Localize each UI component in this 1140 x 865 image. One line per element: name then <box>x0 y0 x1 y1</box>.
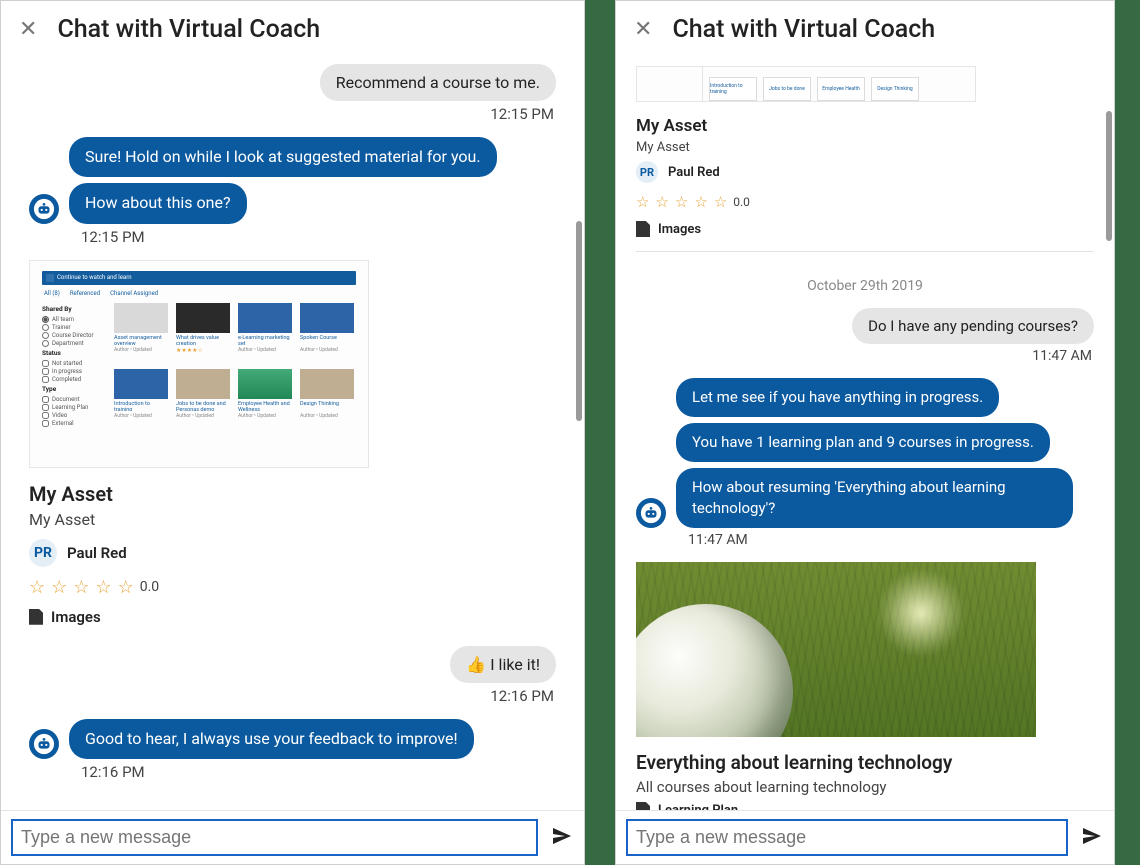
message-time: 12:15 PM <box>81 228 556 246</box>
message-time: 11:47 AM <box>688 532 1094 548</box>
bot-avatar-icon <box>29 729 59 759</box>
chat-title: Chat with Virtual Coach <box>57 15 320 44</box>
bot-message: Let me see if you have anything in progr… <box>676 378 999 417</box>
card-subtitle: My Asset <box>29 510 556 529</box>
chat-header: ✕ Chat with Virtual Coach <box>616 1 1114 58</box>
bot-message: How about this one? <box>69 183 247 223</box>
author-name: Paul Red <box>67 544 127 562</box>
author-avatar: PR <box>29 539 57 567</box>
star-icon: ☆ <box>118 577 134 598</box>
star-icon: ☆ <box>73 577 89 598</box>
messages-scroll[interactable]: Introduction to training Jobs to be done… <box>616 58 1114 810</box>
message-input[interactable] <box>626 819 1068 856</box>
rating-stars: ☆ ☆ ☆ ☆ ☆ 0.0 <box>29 577 556 598</box>
card-subtitle: All courses about learning technology <box>636 778 1094 796</box>
file-icon <box>636 221 650 237</box>
star-icon: ☆ <box>636 193 649 211</box>
message-time: 12:16 PM <box>29 687 554 705</box>
star-icon: ☆ <box>95 577 111 598</box>
asset-type: Images <box>658 222 701 237</box>
close-icon[interactable]: ✕ <box>634 19 652 41</box>
composer <box>616 810 1114 864</box>
rating-value: 0.0 <box>733 195 750 209</box>
recommendation-card[interactable]: Continue to watch and learn All (8)Refer… <box>29 260 556 626</box>
author-name: Paul Red <box>668 165 720 180</box>
card-thumbnail: Introduction to training Jobs to be done… <box>636 66 976 102</box>
card-thumbnail: Continue to watch and learn All (8)Refer… <box>29 260 369 468</box>
file-icon <box>636 802 650 810</box>
card-subtitle: My Asset <box>636 140 1094 155</box>
recommendation-card[interactable]: Everything about learning technology All… <box>636 562 1094 810</box>
recommendation-card[interactable]: Introduction to training Jobs to be done… <box>636 64 1094 237</box>
file-icon <box>29 609 43 625</box>
user-message: Do I have any pending courses? <box>852 308 1094 344</box>
bot-message: Good to hear, I always use your feedback… <box>69 719 474 759</box>
send-icon[interactable] <box>550 824 574 852</box>
rating-stars: ☆ ☆ ☆ ☆ ☆ 0.0 <box>636 193 1094 211</box>
chat-panel-left: ✕ Chat with Virtual Coach Recommend a co… <box>0 0 585 865</box>
bot-message: You have 1 learning plan and 9 courses i… <box>676 423 1050 462</box>
card-title: My Asset <box>29 482 556 506</box>
bot-message: How about resuming 'Everything about lea… <box>676 468 1073 528</box>
date-divider: October 29th 2019 <box>636 278 1094 294</box>
star-icon: ☆ <box>655 193 668 211</box>
message-time: 12:16 PM <box>81 763 556 781</box>
card-title: Everything about learning technology <box>636 751 1094 774</box>
user-message: 👍 I like it! <box>450 646 556 683</box>
send-icon[interactable] <box>1080 824 1104 852</box>
bot-message: Sure! Hold on while I look at suggested … <box>69 137 497 177</box>
star-icon: ☆ <box>675 193 688 211</box>
close-icon[interactable]: ✕ <box>19 19 37 41</box>
asset-type: Images <box>51 608 101 626</box>
asset-type: Learning Plan <box>658 803 738 811</box>
bot-avatar-icon <box>636 498 666 528</box>
star-icon: ☆ <box>51 577 67 598</box>
chat-panel-right: ✕ Chat with Virtual Coach Introduction t… <box>615 0 1115 865</box>
star-icon: ☆ <box>29 577 45 598</box>
chat-title: Chat with Virtual Coach <box>672 15 935 44</box>
star-icon: ☆ <box>694 193 707 211</box>
composer <box>1 810 584 864</box>
message-input[interactable] <box>11 819 538 856</box>
card-title: My Asset <box>636 116 1094 136</box>
message-time: 12:15 PM <box>29 105 554 123</box>
card-thumbnail <box>636 562 1036 737</box>
divider <box>636 251 1094 252</box>
user-message: Recommend a course to me. <box>320 64 556 101</box>
bot-avatar-icon <box>29 194 59 224</box>
author-avatar: PR <box>636 161 658 183</box>
messages-scroll[interactable]: Recommend a course to me. 12:15 PM Sure!… <box>1 58 584 810</box>
star-icon: ☆ <box>714 193 727 211</box>
message-time: 11:47 AM <box>636 348 1092 364</box>
rating-value: 0.0 <box>140 579 159 595</box>
chat-header: ✕ Chat with Virtual Coach <box>1 1 584 58</box>
